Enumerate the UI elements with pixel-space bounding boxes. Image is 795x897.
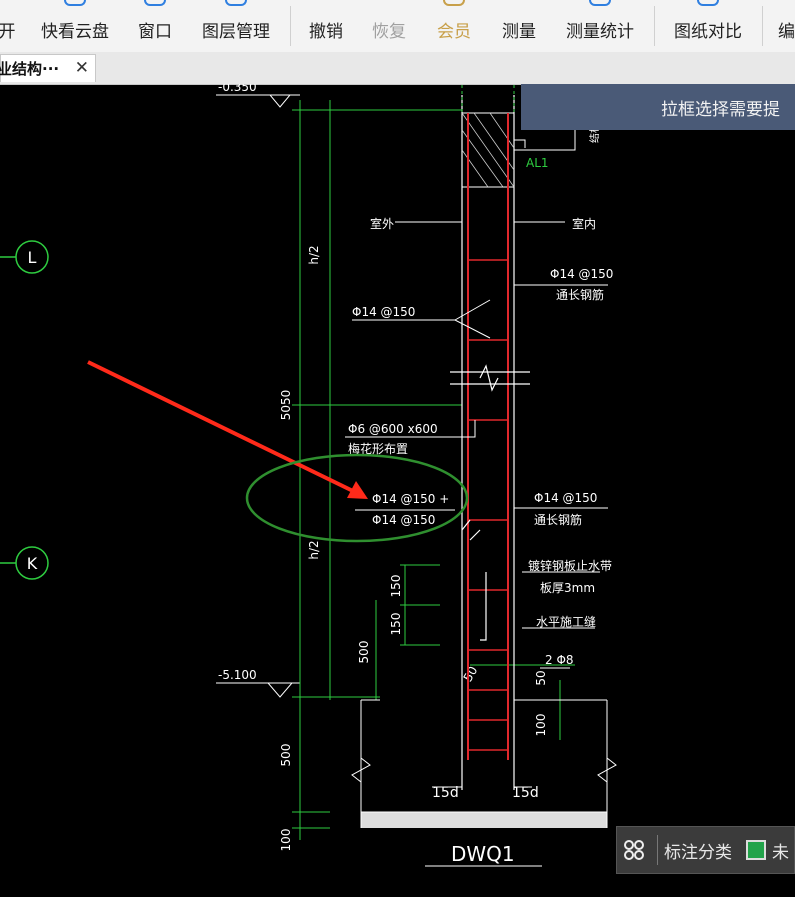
open-label: 开 [0, 22, 16, 42]
edit-button[interactable]: 编 [778, 0, 795, 52]
category-checkbox[interactable] [746, 840, 766, 860]
vip-icon [443, 0, 465, 6]
toolbar-divider [762, 6, 763, 46]
annotation-texts: 室外 室内 AL1 Φ14 @150 通长钢筋 Φ14 @150 Φ6 @600… [348, 123, 613, 866]
compare-icon [697, 0, 719, 6]
wall-section [351, 85, 617, 867]
bars-2-label: 2 Φ8 [545, 653, 574, 667]
close-icon[interactable]: ✕ [75, 58, 89, 78]
axis-marker-l: L [0, 240, 49, 274]
elev-bottom-label: -5.100 [218, 668, 257, 682]
rebar-left2b: Φ14 @150 [372, 513, 435, 527]
toolbar: 开 快看云盘 窗口 图层管理 撤销 恢复 会员 测量 测量统计 图纸对比 编 [0, 0, 795, 53]
outside-label: 室外 [370, 216, 394, 231]
drawing-tab[interactable]: 业结构··· ✕ [0, 54, 96, 82]
dim-500: 500 [279, 744, 293, 767]
redo-label: 恢复 [372, 22, 406, 42]
measure-stats-icon [589, 0, 611, 6]
waterstop-label1: 镀锌钢板止水带 [528, 559, 612, 573]
window-icon [144, 0, 166, 6]
vip-label: 会员 [437, 22, 471, 42]
window-button[interactable]: 窗口 [136, 0, 174, 52]
cloud-icon [64, 0, 86, 6]
cloud-disk-button[interactable]: 快看云盘 [38, 0, 112, 52]
grid-icon[interactable] [617, 839, 651, 861]
axis-l-label: L [28, 248, 37, 267]
toolbar-divider [654, 6, 655, 46]
dimension-lines [292, 100, 575, 840]
dim-100: 100 [279, 829, 293, 852]
axis-marker-k: K [0, 546, 49, 580]
prompt-banner: 拉框选择需要提 [521, 84, 795, 130]
rebar-right1: Φ14 @150 [550, 267, 613, 281]
red-arrow-annotation [87, 360, 368, 499]
elevation-bottom: -5.100 [216, 668, 300, 698]
elev-top-label: -0.350 [218, 84, 257, 94]
dim-5050: 5050 [279, 390, 293, 421]
dim-150a: 150 [389, 575, 403, 598]
rebar-left2a: Φ14 @150 + [372, 492, 449, 506]
undo-button[interactable]: 撤销 [307, 0, 345, 52]
prompt-text: 拉框选择需要提 [661, 99, 780, 120]
measure-stats-button[interactable]: 测量统计 [563, 0, 637, 52]
inside-label: 室内 [572, 216, 596, 231]
dim-50b: 50 [461, 664, 481, 684]
wall-name: DWQ1 [451, 842, 515, 866]
redo-button[interactable]: 恢复 [370, 0, 408, 52]
rebar-right2: Φ14 @150 [534, 491, 597, 505]
drawing-compare-button[interactable]: 图纸对比 [671, 0, 745, 52]
layers-icon [225, 0, 247, 6]
rebar-right2-note: 通长钢筋 [534, 512, 582, 527]
rebar-right1-note: 通长钢筋 [556, 287, 604, 302]
tie-note: 梅花形布置 [348, 441, 408, 456]
tab-bar: 业结构··· ✕ [0, 52, 795, 85]
undo-label: 撤销 [309, 22, 343, 42]
layer-manage-label: 图层管理 [202, 22, 270, 42]
annotation-panel[interactable]: 标注分类 未 [616, 826, 795, 874]
dim-100b: 100 [534, 714, 548, 737]
vip-button[interactable]: 会员 [435, 0, 473, 52]
cloud-disk-label: 快看云盘 [41, 22, 109, 42]
dim-h2-lower: h/2 [307, 540, 321, 559]
open-button[interactable]: 开 [0, 0, 16, 52]
window-label: 窗口 [138, 22, 172, 42]
measure-button[interactable]: 测量 [500, 0, 538, 52]
elevation-top: -0.350 [216, 84, 300, 108]
annotation-label: 标注分类 [664, 842, 732, 863]
drawing-compare-label: 图纸对比 [674, 22, 742, 42]
edit-label: 编 [778, 22, 795, 42]
measure-stats-label: 测量统计 [566, 22, 634, 42]
dim-50: 50 [534, 670, 548, 685]
dim-150b: 150 [389, 613, 403, 636]
waterstop-label2: 板厚3mm [540, 581, 595, 595]
measure-label: 测量 [502, 22, 536, 42]
joint-label: 水平施工缝 [536, 614, 596, 629]
panel-divider [657, 835, 658, 865]
cad-drawing-canvas[interactable]: L K -0.350 -5.100 h/2 h/2 5050 500 100 1… [0, 84, 795, 897]
layer-manage-button[interactable]: 图层管理 [199, 0, 273, 52]
right-15d: 15d [512, 785, 539, 801]
toolbar-divider [290, 6, 291, 46]
left-15d: 15d [432, 785, 459, 801]
dim-h2-upper: h/2 [307, 245, 321, 264]
al1-label: AL1 [526, 156, 549, 170]
axis-k-label: K [27, 554, 38, 573]
waterstop [461, 519, 487, 641]
dim-500b: 500 [357, 641, 371, 664]
tie-label: Φ6 @600 x600 [348, 422, 438, 436]
rebar-left1: Φ14 @150 [352, 305, 415, 319]
drawing-tab-title: 业结构··· [0, 60, 60, 78]
category-label: 未 [772, 842, 789, 863]
